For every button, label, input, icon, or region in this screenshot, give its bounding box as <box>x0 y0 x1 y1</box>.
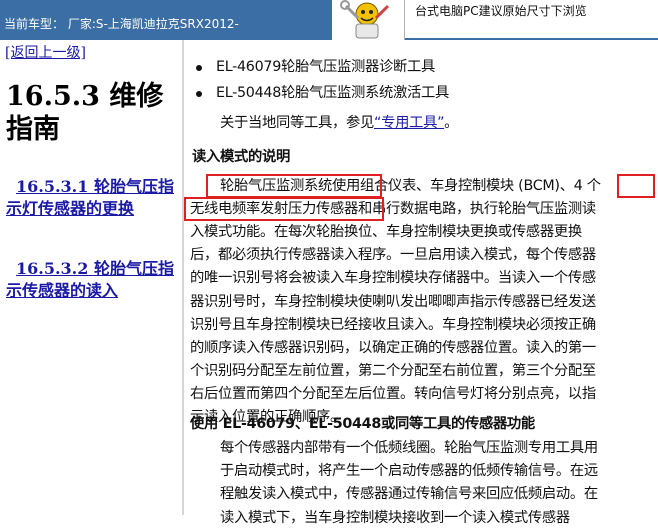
top-bar: 当前车型： 厂家:S-上海凯迪拉克SRX2012- 台式电脑PC建议原始尺寸下浏… <box>0 0 658 40</box>
section-title-sensor-function: 使用 EL-46079、EL-50448或同等工具的传感器功能 <box>190 416 535 432</box>
tool-item: EL-46079轮胎气压监测器诊断工具 <box>216 59 435 75</box>
special-tools-link[interactable]: “专用工具” <box>374 115 445 131</box>
equiv-tools-note: 关于当地同等工具，参见“专用工具”。 <box>220 115 459 131</box>
tool-item: EL-50448轮胎气压监测系统激活工具 <box>216 85 449 101</box>
paragraph-line: 入模式功能。在每次轮胎换位、车身控制模块更换或传感器更换 <box>190 224 582 241</box>
paragraph-line: 读入模式下，当车身控制模块接收到一个读入模式传感器 <box>220 509 570 526</box>
bullet-dot <box>196 91 202 97</box>
paragraph-line: 于启动模式时，将产生一个启动传感器的低频传输信号。在远 <box>220 463 598 480</box>
section-title-learn-mode: 读入模式的说明 <box>192 149 290 165</box>
current-vehicle-bar: 当前车型： 厂家:S-上海凯迪拉克SRX2012- <box>0 0 333 40</box>
current-vehicle-label: 当前车型： 厂家:S-上海凯迪拉克SRX2012- <box>4 17 239 31</box>
main-content: EL-46079轮胎气压监测器诊断工具 EL-50448轮胎气压监测系统激活工具… <box>184 40 658 526</box>
paragraph-line: 程触发读入模式中，传感器通过传输信号来回应低频启动。在 <box>220 486 598 503</box>
nav-section-title: 16.5.3 维修指南 <box>6 81 164 145</box>
nav-link-sensor-learn[interactable]: 16.5.3.2 轮胎气压指示传感器的读入 <box>6 258 178 302</box>
notice-box: 台式电脑PC建议原始尺寸下浏览 <box>404 0 658 40</box>
paragraph-line: 的唯一识别号将会被读入车身控制模块存储器中。当读入一个传感 <box>190 270 596 287</box>
browse-notice: 台式电脑PC建议原始尺寸下浏览 <box>415 4 587 18</box>
paragraph-line: 个识别码分配至左前位置，第二个分配至右前位置，第三个分配至 <box>190 362 596 379</box>
paragraph-line: 右后位置而第四个分配至左后位置。转向信号灯将分别点亮，以指 <box>190 385 596 402</box>
paragraph-line: 识别号且车身控制模块已经接收且读入。车身控制模块必须按正确 <box>190 316 596 333</box>
highlight-sensors-box <box>184 197 384 221</box>
highlight-four-box <box>617 174 655 198</box>
paragraph-line: 后，都必须执行传感器读入程序。一旦启用读入模式，每个传感器 <box>190 247 596 264</box>
highlight-tpms-box <box>206 174 382 198</box>
nav-link-sensor-replacement[interactable]: 16.5.3.1 轮胎气压指示灯传感器的更换 <box>6 176 178 220</box>
back-link[interactable]: [返回上一级] <box>5 42 86 62</box>
left-nav: [返回上一级] 16.5.3 维修指南 16.5.3.1 轮胎气压指示灯传感器的… <box>0 40 182 515</box>
mascot-logo-icon <box>336 0 398 40</box>
paragraph-line: 的顺序读入传感器识别码，以确定正确的传感器位置。读入的第一 <box>190 339 596 356</box>
paragraph-line: 每个传感器内部带有一个低频线圈。轮胎气压监测专用工具用 <box>220 440 598 456</box>
paragraph-line: 器识别号时，车身控制模块使喇叭发出唧唧声指示传感器已经发送 <box>190 293 596 310</box>
bullet-dot <box>196 65 202 71</box>
